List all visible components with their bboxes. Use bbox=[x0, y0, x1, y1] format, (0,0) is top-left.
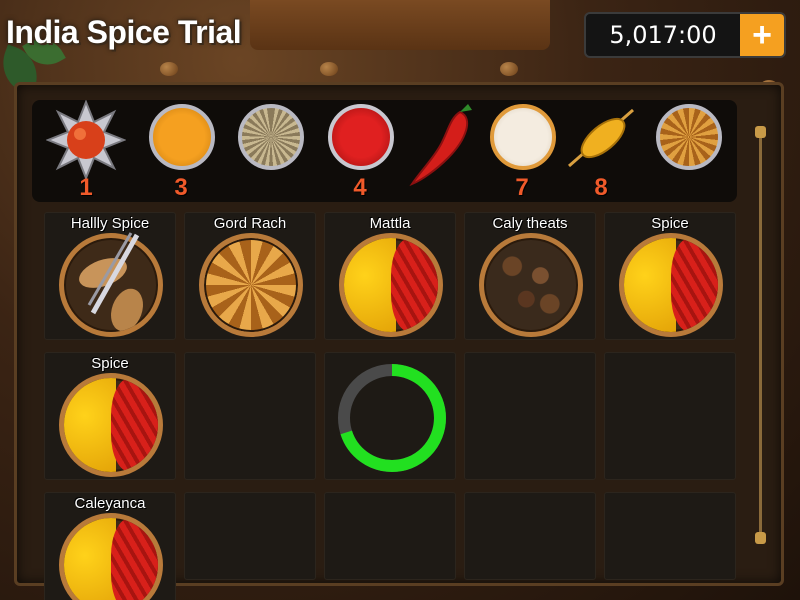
currency-value: 5,017:00 bbox=[609, 21, 717, 49]
empty-cell[interactable] bbox=[604, 492, 736, 580]
cardamom-plate-icon bbox=[479, 233, 583, 337]
saffron-pod-icon bbox=[568, 108, 634, 168]
empty-cell[interactable] bbox=[464, 352, 596, 480]
recipe-label: Gord Rach bbox=[213, 215, 287, 232]
star-anise-plate-icon bbox=[199, 233, 303, 337]
seed-decoration bbox=[160, 62, 178, 76]
ingredient-slot-7[interactable]: 8 bbox=[561, 100, 641, 202]
ingredient-slot-8[interactable] bbox=[648, 100, 728, 202]
scrollbar[interactable] bbox=[754, 126, 766, 544]
red-chili-icon bbox=[409, 104, 472, 187]
masala-plate-icon bbox=[59, 373, 163, 477]
turmeric-bowl-icon bbox=[149, 104, 215, 170]
ingredient-number: 4 bbox=[353, 174, 367, 201]
tomato-star-icon bbox=[46, 100, 126, 180]
scrollbar-top-cap[interactable] bbox=[755, 126, 766, 138]
recipe-label: Mattla bbox=[369, 215, 411, 232]
scrollbar-bottom-cap[interactable] bbox=[755, 532, 766, 544]
empty-cell[interactable] bbox=[184, 492, 316, 580]
recipe-label: Caleyanca bbox=[74, 495, 146, 512]
empty-cell[interactable] bbox=[464, 492, 596, 580]
recipe-label: Spice bbox=[651, 215, 689, 232]
recipe-label: Spice bbox=[91, 355, 129, 372]
ingredient-number: 1 bbox=[79, 174, 93, 201]
recipe-cell[interactable]: Spice bbox=[44, 352, 176, 480]
recipe-label: Hallly Spice bbox=[70, 215, 150, 232]
fennel-bowl-icon bbox=[238, 104, 304, 170]
ingredient-slot-5[interactable] bbox=[404, 100, 484, 202]
red-seed-bowl-icon bbox=[328, 104, 394, 170]
star-anise-bowl-icon bbox=[656, 104, 722, 170]
ingredient-slot-4[interactable]: 4 bbox=[320, 100, 400, 202]
add-currency-button[interactable]: + bbox=[740, 14, 784, 56]
empty-cell[interactable] bbox=[604, 352, 736, 480]
recipe-cell[interactable]: Hallly Spice bbox=[44, 212, 176, 340]
empty-cell[interactable] bbox=[324, 492, 456, 580]
recipe-cell[interactable]: Caly theats bbox=[464, 212, 596, 340]
ingredient-number: 3 bbox=[174, 174, 188, 201]
ingredient-number: 7 bbox=[515, 174, 529, 201]
recipe-cell[interactable]: Gord Rach bbox=[184, 212, 316, 340]
ingredient-slot-2[interactable]: 3 bbox=[141, 100, 221, 202]
ingredient-slot-6[interactable]: 7 bbox=[482, 100, 562, 202]
masala-plate-icon bbox=[619, 233, 723, 337]
masala-plate-icon bbox=[59, 513, 163, 600]
seed-decoration bbox=[500, 62, 518, 76]
recipe-cell[interactable]: Caleyanca bbox=[44, 492, 176, 600]
currency-display: 5,017:00 + bbox=[584, 12, 786, 58]
ingredient-number: 8 bbox=[594, 174, 608, 201]
masala-plate-icon bbox=[339, 233, 443, 337]
empty-cell[interactable] bbox=[184, 352, 316, 480]
wood-plank-decoration bbox=[250, 0, 550, 50]
tongs-icon[interactable] bbox=[75, 229, 145, 319]
recipe-cell[interactable]: Mattla bbox=[324, 212, 456, 340]
progress-ring bbox=[338, 364, 446, 472]
recipe-label: Caly theats bbox=[492, 215, 568, 232]
salt-bowl-icon bbox=[490, 104, 556, 170]
ingredient-slot-1[interactable]: 1 bbox=[46, 100, 126, 202]
seed-decoration bbox=[320, 62, 338, 76]
scrollbar-track bbox=[759, 126, 762, 544]
game-title: India Spice Trial bbox=[6, 14, 242, 50]
ingredient-slot-3[interactable] bbox=[230, 100, 310, 202]
recipe-cell[interactable]: Spice bbox=[604, 212, 736, 340]
